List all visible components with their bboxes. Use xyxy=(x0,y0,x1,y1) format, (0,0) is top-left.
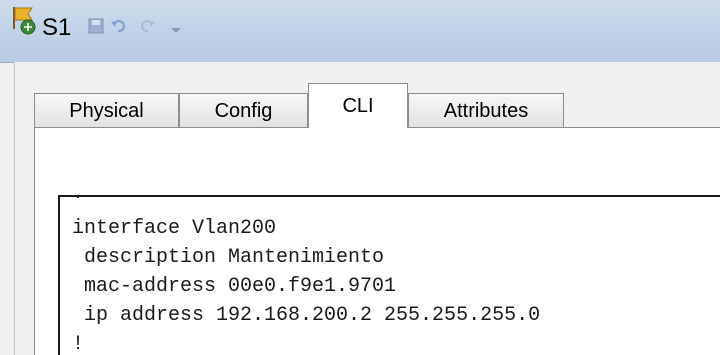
quick-access-toolbar xyxy=(88,12,258,40)
tab-cli[interactable]: CLI xyxy=(308,83,408,128)
cli-line: interface Vlan200 xyxy=(72,217,277,240)
tab-physical[interactable]: Physical xyxy=(34,93,179,127)
customize-icon[interactable] xyxy=(168,18,184,34)
tab-physical-label: Physical xyxy=(69,100,144,122)
tab-attributes[interactable]: Attributes xyxy=(408,93,564,127)
switch-device-icon[interactable] xyxy=(8,3,42,37)
tab-config[interactable]: Config xyxy=(179,93,308,127)
cli-console[interactable]: ! interface Vlan200 description Mantenim… xyxy=(58,195,720,355)
cli-line: ! xyxy=(72,333,85,355)
cli-line: mac-address 00e0.f9e1.9701 xyxy=(72,275,397,298)
title-bar: S1 xyxy=(0,0,720,63)
cli-line: ! xyxy=(72,197,84,206)
cli-line: ip address 192.168.200.2 255.255.255.0 xyxy=(72,304,541,327)
tab-cli-label: CLI xyxy=(342,95,374,117)
save-icon[interactable] xyxy=(88,18,104,34)
window-title: S1 xyxy=(42,14,72,41)
redo-icon[interactable] xyxy=(140,18,156,34)
tab-config-label: Config xyxy=(214,100,273,122)
tab-attributes-label: Attributes xyxy=(443,100,529,122)
cli-line: description Mantenimiento xyxy=(72,246,385,269)
undo-icon[interactable] xyxy=(110,18,126,34)
